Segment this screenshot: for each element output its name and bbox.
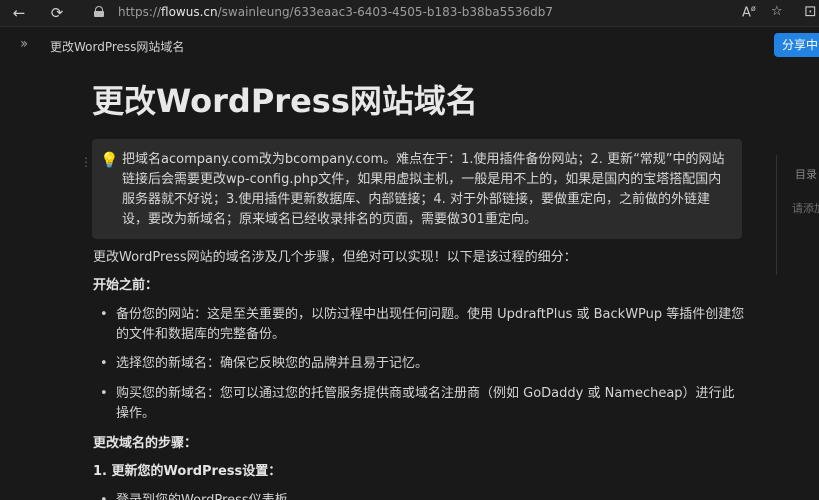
browser-toolbar: ← ⟳ https://flowus.cn/swainleung/633eaac… [0, 0, 819, 27]
bullet-marker: • [100, 307, 108, 322]
before-heading[interactable]: 开始之前： [93, 276, 158, 296]
callout-block[interactable]: 💡 把域名acompany.com改为bcompany.com。难点在于：1.使… [92, 139, 742, 239]
intro-paragraph[interactable]: 更改WordPress网站的域名涉及几个步骤，但绝对可以实现！以下是该过程的细分… [93, 248, 577, 268]
toc-title[interactable]: 目录 [795, 166, 817, 182]
list-item[interactable]: 选择您的新域名：确保它反映您的品牌并且易于记忆。 [116, 354, 746, 374]
back-arrow-icon[interactable]: ← [8, 3, 30, 23]
refresh-icon[interactable]: ⟳ [46, 3, 68, 23]
bullet-marker: • [100, 386, 108, 401]
lightbulb-icon: 💡 [100, 151, 119, 169]
lock-icon[interactable] [94, 6, 104, 17]
callout-text[interactable]: 把域名acompany.com改为bcompany.com。难点在于：1.使用插… [122, 150, 730, 230]
step1-heading[interactable]: 1. 更新您的WordPress设置： [93, 462, 281, 482]
url-host: flowus.cn [161, 5, 218, 19]
url-scheme: https:// [118, 5, 162, 19]
list-item[interactable]: 登录到您的WordPress仪表板 [116, 491, 746, 500]
page-title[interactable]: 更改WordPress网站域名 [92, 76, 478, 122]
url-path: /swainleung/633eaac3-6403-4505-b183-b38b… [217, 5, 554, 19]
toc-hint: 请添加 [792, 202, 819, 215]
expand-sidebar-icon[interactable]: ›› [20, 36, 28, 52]
breadcrumb[interactable]: 更改WordPress网站域名 [50, 38, 184, 55]
app-header: ›› 更改WordPress网站域名 分享中 [0, 28, 819, 62]
extension-icon[interactable]: ⊡ [804, 2, 817, 20]
url-text[interactable]: https://flowus.cn/swainleung/633eaac3-64… [118, 5, 553, 19]
list-item[interactable]: 备份您的网站：这是至关重要的，以防过程中出现任何问题。使用 UpdraftPlu… [116, 305, 746, 345]
toc-divider [776, 155, 777, 275]
list-item[interactable]: 购买您的新域名：您可以通过您的托管服务提供商或域名注册商（例如 GoDaddy … [116, 384, 746, 424]
bullet-marker: • [100, 493, 108, 500]
steps-heading[interactable]: 更改域名的步骤： [93, 434, 197, 454]
read-aloud-icon[interactable]: Aø [742, 4, 756, 20]
favorite-star-icon[interactable]: ☆ [771, 4, 783, 19]
bullet-marker: • [100, 356, 108, 371]
address-bar[interactable]: https://flowus.cn/swainleung/633eaac3-64… [82, 1, 796, 25]
share-button[interactable]: 分享中 [774, 33, 819, 57]
